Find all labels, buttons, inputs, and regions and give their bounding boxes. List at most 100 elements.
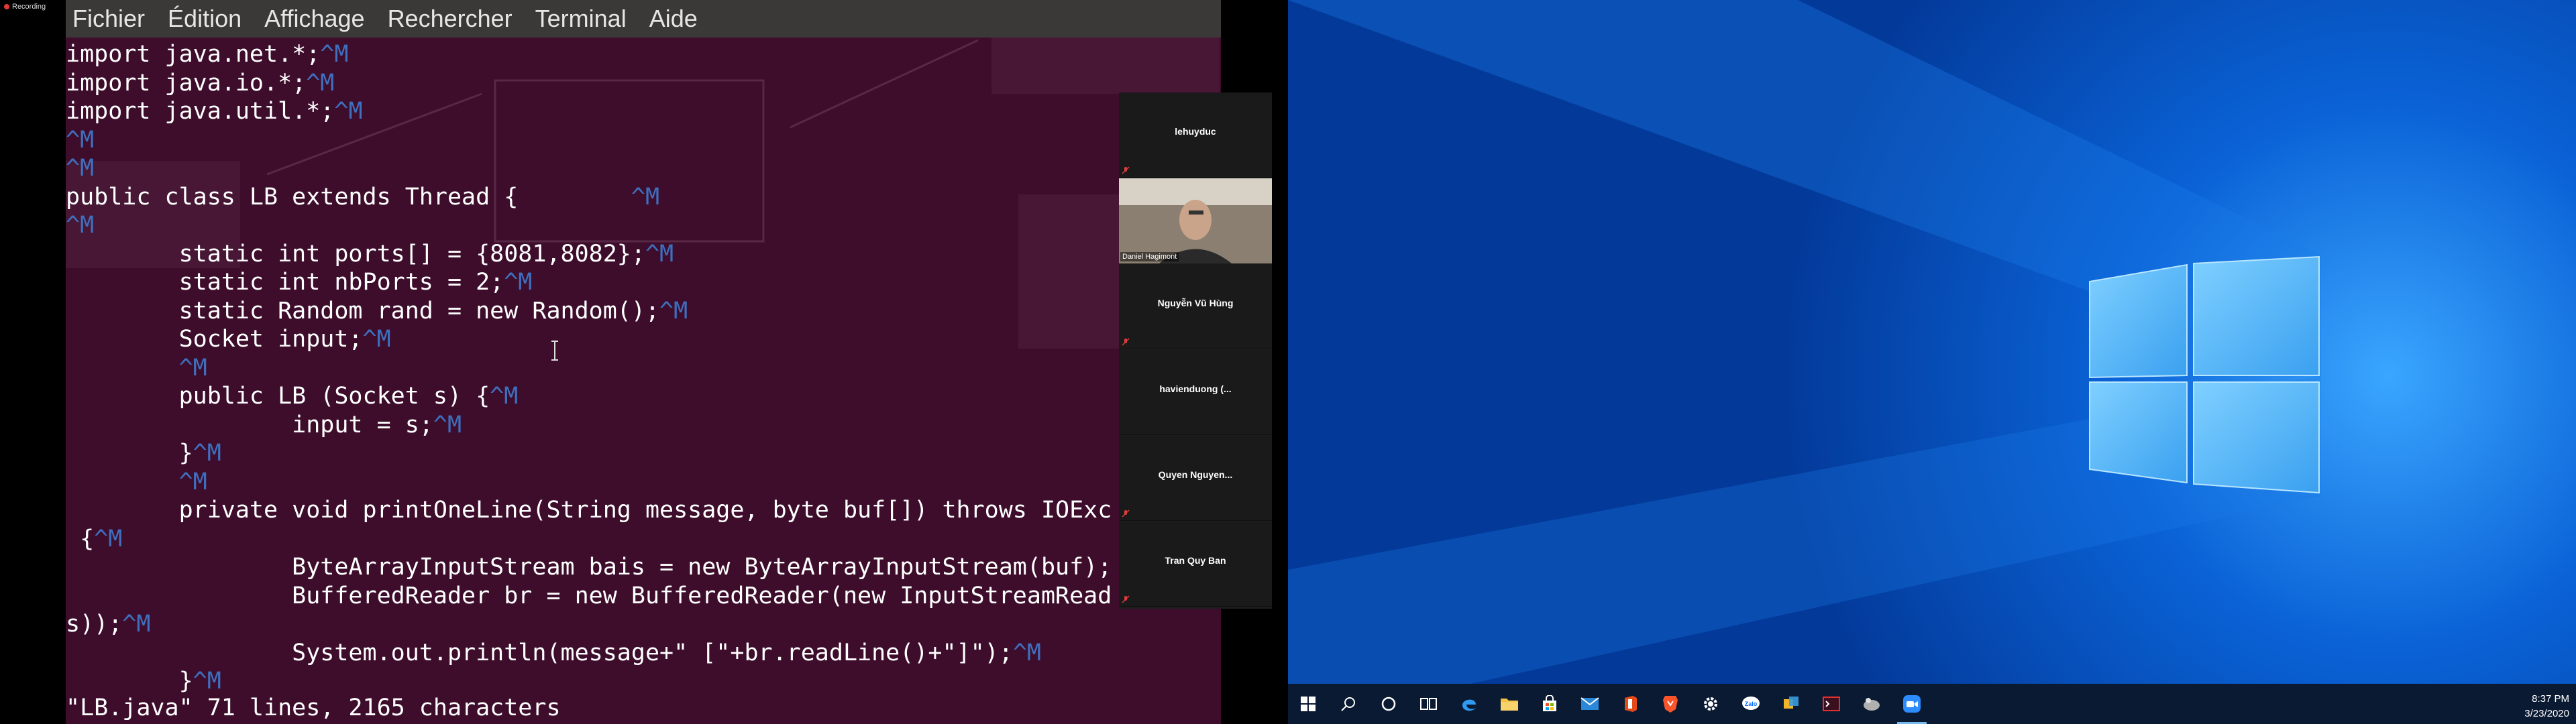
carriage-return-marker: ^M (122, 611, 151, 638)
windows-wallpaper (1288, 0, 2576, 724)
code-line: static int nbPorts = 2;^M (66, 268, 1112, 297)
code-line: Socket input;^M (66, 325, 1112, 354)
participant-name: lehuyduc (1175, 126, 1216, 137)
zoom-participant-panel: lehuyduc Daniel Hagimont Nguyễn Vũ Hùng hav… (1119, 93, 1272, 609)
cortana-icon (1381, 697, 1396, 711)
participant-name: Tran Quy Ban (1165, 555, 1226, 566)
code-editor-content[interactable]: import java.net.*;^M import java.io.*;^M i… (66, 40, 1112, 696)
carriage-return-marker: ^M (504, 269, 533, 296)
task-view-icon (1420, 698, 1437, 710)
menu-fichier[interactable]: Fichier (72, 5, 145, 33)
muted-mic-icon (1122, 166, 1130, 174)
menu-edition[interactable]: Édition (168, 5, 241, 33)
participant-tile[interactable]: Tran Quy Ban (1119, 522, 1272, 607)
carriage-return-marker: ^M (306, 69, 335, 97)
muted-mic-icon (1122, 509, 1130, 518)
carriage-return-marker: ^M (334, 98, 363, 125)
taskbar-settings[interactable] (1690, 684, 1731, 724)
participant-tile[interactable]: Quyen Nguyen... (1119, 436, 1272, 521)
participant-name: havienduong (... (1159, 383, 1232, 394)
clock-time: 8:37 PM (2532, 693, 2569, 705)
participant-tile[interactable]: lehuyduc (1119, 93, 1272, 178)
code-text: } (66, 440, 193, 467)
zalo-icon: Zalo (1742, 697, 1760, 710)
code-line: System.out.println(message+" ["+br.readL… (66, 639, 1112, 668)
code-line: import java.net.*;^M (66, 40, 1112, 69)
code-line: static int ports[] = {8081,8082};^M (66, 240, 1112, 269)
system-clock[interactable]: 8:37 PM 3/23/2020 (2524, 692, 2569, 721)
carriage-return-marker: ^M (362, 326, 391, 353)
taskbar-file-explorer[interactable] (1489, 684, 1529, 724)
menu-affichage[interactable]: Affichage (264, 5, 364, 33)
editor-status-line: "LB.java" 71 lines, 2165 characters (66, 695, 561, 721)
start-button[interactable] (1288, 684, 1328, 724)
search-button[interactable] (1328, 684, 1368, 724)
carriage-return-marker: ^M (178, 354, 207, 381)
code-text: import java.net.*; (66, 41, 321, 68)
task-view-button[interactable] (1409, 684, 1449, 724)
code-line: import java.util.*;^M (66, 97, 1112, 126)
code-text: static Random rand = new Random(); (66, 297, 660, 324)
code-line: ^M (66, 468, 1112, 497)
code-line: {^M (66, 525, 1112, 554)
terminal-menubar: Fichier Édition Affichage Rechercher Ter… (66, 0, 1221, 38)
taskbar-store[interactable] (1529, 684, 1570, 724)
cortana-button[interactable] (1368, 684, 1409, 724)
recording-indicator: Recording (4, 3, 46, 11)
menu-rechercher[interactable]: Rechercher (388, 5, 513, 33)
code-line: input = s;^M (66, 411, 1112, 440)
menu-aide[interactable]: Aide (649, 5, 698, 33)
screen-share-area: Recording Fichier Édition Affichage Rech… (0, 0, 1288, 724)
participant-name: Daniel Hagimont (1120, 252, 1179, 261)
code-text: public class LB extends Thread { (66, 183, 631, 210)
taskbar-zoom[interactable] (1892, 684, 1932, 724)
carriage-return-marker: ^M (631, 183, 660, 210)
muted-mic-icon (1122, 338, 1130, 346)
taskbar-brave[interactable] (1650, 684, 1690, 724)
taskbar-edge[interactable] (1449, 684, 1489, 724)
carriage-return-marker: ^M (66, 212, 95, 239)
taskbar-sticky[interactable] (1771, 684, 1811, 724)
code-line: }^M (66, 667, 1112, 696)
code-line: static Random rand = new Random();^M (66, 297, 1112, 326)
carriage-return-marker: ^M (433, 411, 462, 438)
carriage-return-marker: ^M (659, 297, 688, 324)
code-text: public LB (Socket s) { (66, 383, 490, 410)
store-icon (1543, 695, 1556, 711)
taskbar-terminal-app[interactable] (1811, 684, 1851, 724)
carriage-return-marker: ^M (490, 383, 519, 410)
muted-mic-icon (1122, 595, 1130, 603)
gear-icon (1704, 697, 1717, 711)
text-cursor-icon (551, 341, 558, 361)
taskbar-office[interactable] (1610, 684, 1650, 724)
mail-icon (1580, 697, 1599, 710)
menu-terminal[interactable]: Terminal (535, 5, 627, 33)
code-text: { (66, 525, 95, 552)
code-line: import java.io.*;^M (66, 69, 1112, 98)
code-line: s));^M (66, 610, 1112, 639)
carriage-return-marker: ^M (645, 240, 674, 267)
taskbar-mail[interactable] (1570, 684, 1610, 724)
participant-name: Quyen Nguyen... (1158, 469, 1233, 480)
carriage-return-marker: ^M (193, 440, 221, 467)
record-dot-icon (4, 4, 9, 9)
carriage-return-marker: ^M (66, 155, 95, 182)
carriage-return-marker: ^M (94, 525, 123, 552)
zoom-icon (1903, 695, 1921, 713)
code-line: ^M (66, 354, 1112, 383)
carriage-return-marker: ^M (178, 468, 207, 495)
windows-app-icon (1784, 697, 1799, 709)
participant-tile[interactable]: havienduong (... (1119, 350, 1272, 435)
code-text: input = s; (66, 411, 433, 438)
terminal-window[interactable]: Fichier Édition Affichage Rechercher Ter… (66, 0, 1221, 724)
code-text: System.out.println(message+" ["+br.readL… (66, 639, 1013, 666)
participant-tile[interactable]: Nguyễn Vũ Hùng (1119, 264, 1272, 349)
participant-tile[interactable]: Daniel Hagimont (1119, 178, 1272, 263)
participant-video-icon (1119, 178, 1272, 263)
code-line: BufferedReader br = new BufferedReader(n… (66, 582, 1112, 611)
recording-label: Recording (12, 3, 46, 11)
code-text: BufferedReader br = new BufferedReader(n… (66, 582, 1112, 609)
carriage-return-marker: ^M (193, 668, 221, 695)
taskbar-linux-app[interactable] (1851, 684, 1892, 724)
taskbar-zalo[interactable]: Zalo (1731, 684, 1771, 724)
